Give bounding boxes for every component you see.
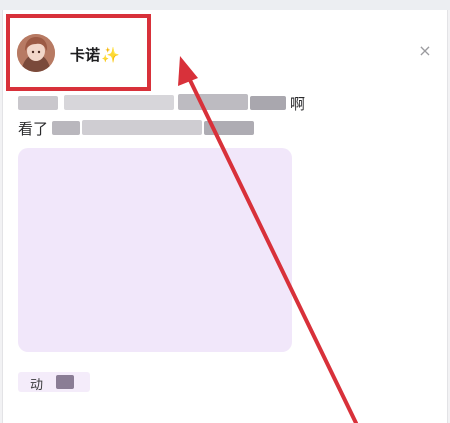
post-text-line-2: 看了: [18, 119, 318, 138]
blurred-text: [204, 121, 254, 135]
blurred-text: [56, 375, 74, 389]
topic-tag-label: 动: [30, 378, 44, 393]
topic-tag[interactable]: 动: [18, 372, 90, 393]
blurred-text: [250, 96, 286, 110]
post-text-visible-end: 啊: [290, 95, 306, 113]
post-text-line-1: 啊: [18, 94, 318, 113]
post-text-visible-start: 看了: [18, 120, 49, 138]
blurred-text: [52, 121, 80, 135]
close-icon[interactable]: ×: [414, 40, 436, 62]
blurred-text: [178, 94, 248, 110]
blurred-text: [18, 96, 58, 110]
post-image-preview[interactable]: [18, 148, 292, 352]
annotation-highlight-box: [6, 14, 151, 91]
blurred-text: [64, 95, 174, 110]
blurred-text: [82, 120, 202, 135]
top-strip: [0, 0, 450, 10]
